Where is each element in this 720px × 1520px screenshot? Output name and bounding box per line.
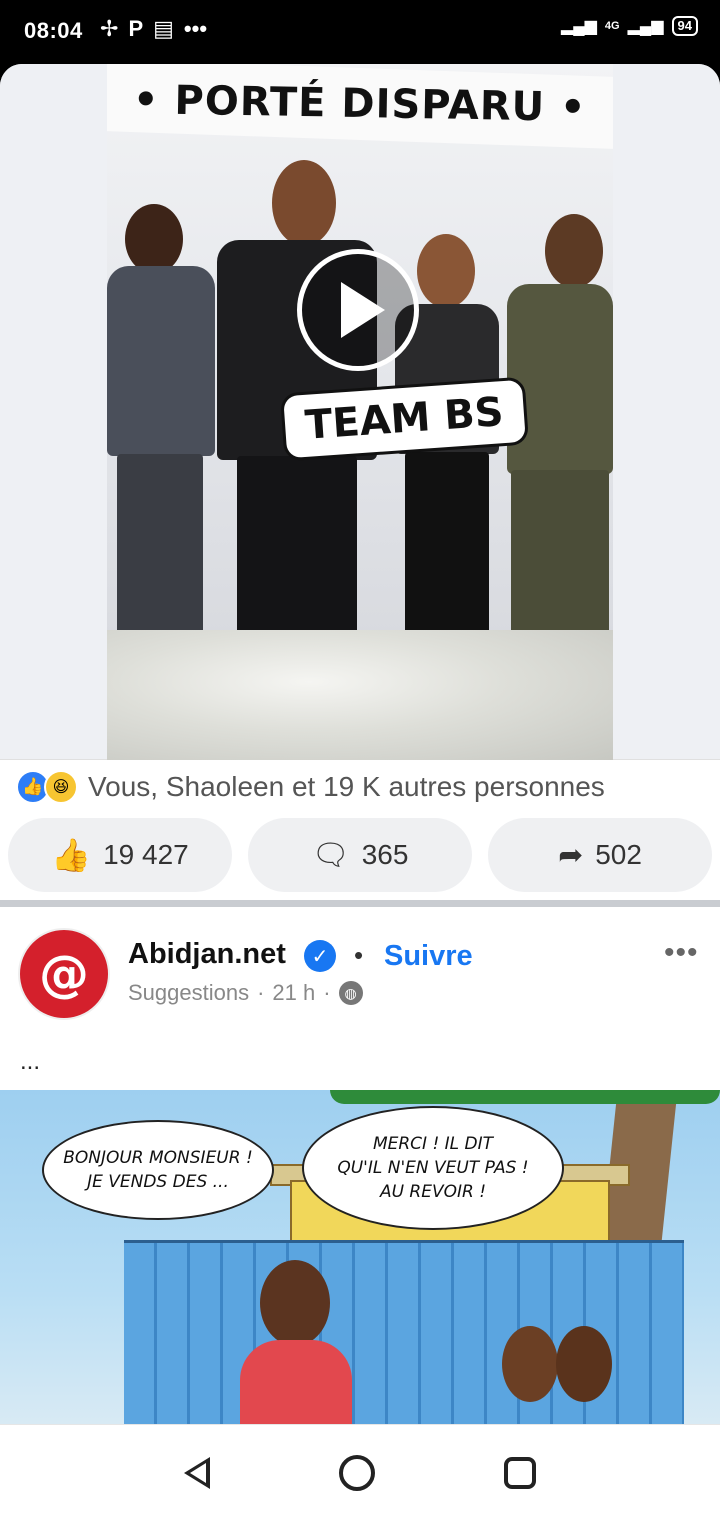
suggestions-label: Suggestions (128, 980, 250, 1005)
verified-badge-icon: ✓ (304, 940, 336, 972)
reaction-icons: 👍 😆 (16, 770, 78, 804)
status-bar: 08:04 ✢ P ▤ ••• ▂▄▆ 4G ▂▄▆ 94 (0, 0, 720, 64)
cartoon-image[interactable]: BONJOUR MONSIEUR ! JE VENDS DES ... MERC… (0, 1090, 720, 1424)
play-button[interactable] (297, 249, 419, 371)
post-meta: Suggestions · 21 h · ◍ (128, 980, 363, 1006)
share-button[interactable]: ➦ 502 (488, 818, 712, 892)
like-button[interactable]: 👍 19 427 (8, 818, 232, 892)
meta-dot-2: · (323, 980, 331, 1005)
page-avatar[interactable]: @ (18, 928, 110, 1020)
meta-dot: · (257, 980, 265, 1005)
post-divider (0, 900, 720, 907)
reaction-summary[interactable]: 👍 😆 Vous, Shaoleen et 19 K autres person… (16, 770, 605, 804)
more-options-icon[interactable]: ••• (664, 936, 699, 970)
signal-icon-2: ▂▄▆ (627, 18, 664, 35)
video-post-media[interactable]: • PORTÉ DISPARU • TEAM BS (0, 64, 720, 760)
notification-icons: ✢ P ▤ ••• (100, 16, 207, 42)
news-feed[interactable]: • PORTÉ DISPARU • TEAM BS 👍 😆 Vous, Shao… (0, 64, 720, 1424)
globe-icon: ◍ (338, 981, 363, 1005)
video-thumbnail[interactable]: • PORTÉ DISPARU • TEAM BS (107, 64, 613, 760)
share-icon: ➦ (558, 838, 584, 872)
play-icon (341, 282, 385, 338)
more-dots-icon: ••• (183, 16, 208, 41)
person-1 (107, 204, 217, 634)
haha-reaction-icon: 😆 (44, 770, 78, 804)
post-text[interactable]: ... (20, 1048, 40, 1076)
cartoon-men (496, 1326, 636, 1424)
signal-icon: ▂▄▆ (560, 18, 597, 35)
follow-button[interactable]: Suivre (384, 940, 473, 973)
tree-leaves (330, 1090, 720, 1104)
speech-bubble-right: MERCI ! IL DIT QU'IL N'EN VEUT PAS ! AU … (302, 1106, 564, 1230)
cartoon-woman (236, 1250, 356, 1424)
recents-icon[interactable] (503, 1456, 536, 1489)
speech-bubble-left: BONJOUR MONSIEUR ! JE VENDS DES ... (42, 1120, 274, 1220)
post-time: 21 h (272, 980, 316, 1005)
page-name[interactable]: Abidjan.net (128, 938, 286, 971)
pinwheel-icon: ✢ (100, 16, 119, 41)
at-sign-logo-icon: @ (39, 945, 89, 1003)
comment-button[interactable]: 🗨 365 (248, 818, 472, 892)
like-count: 19 427 (103, 839, 189, 870)
separator-dot: • (354, 940, 364, 970)
reaction-text: Vous, Shaoleen et 19 K autres personnes (88, 771, 605, 802)
share-count: 502 (595, 839, 642, 870)
news-icon: ▤ (153, 16, 174, 41)
home-icon[interactable] (338, 1454, 375, 1491)
status-time: 08:04 (24, 18, 83, 43)
battery-indicator: 94 (671, 16, 698, 36)
thumbs-up-icon: 👍 (51, 837, 92, 873)
post-actions: 👍 19 427 🗨 365 ➦ 502 (8, 818, 712, 892)
comment-count: 365 (361, 839, 409, 870)
back-icon[interactable] (184, 1456, 211, 1489)
overlay-label-text: TEAM BS (303, 389, 505, 449)
parking-p-icon: P (128, 16, 144, 41)
video-banner: • PORTÉ DISPARU • (107, 64, 613, 149)
system-status: ▂▄▆ 4G ▂▄▆ 94 (561, 16, 698, 36)
system-nav-bar (0, 1424, 720, 1520)
banner-title: • PORTÉ DISPARU • (132, 77, 588, 131)
comment-icon: 🗨 (311, 838, 350, 872)
silk-background (107, 630, 613, 760)
network-type: 4G (604, 19, 620, 32)
